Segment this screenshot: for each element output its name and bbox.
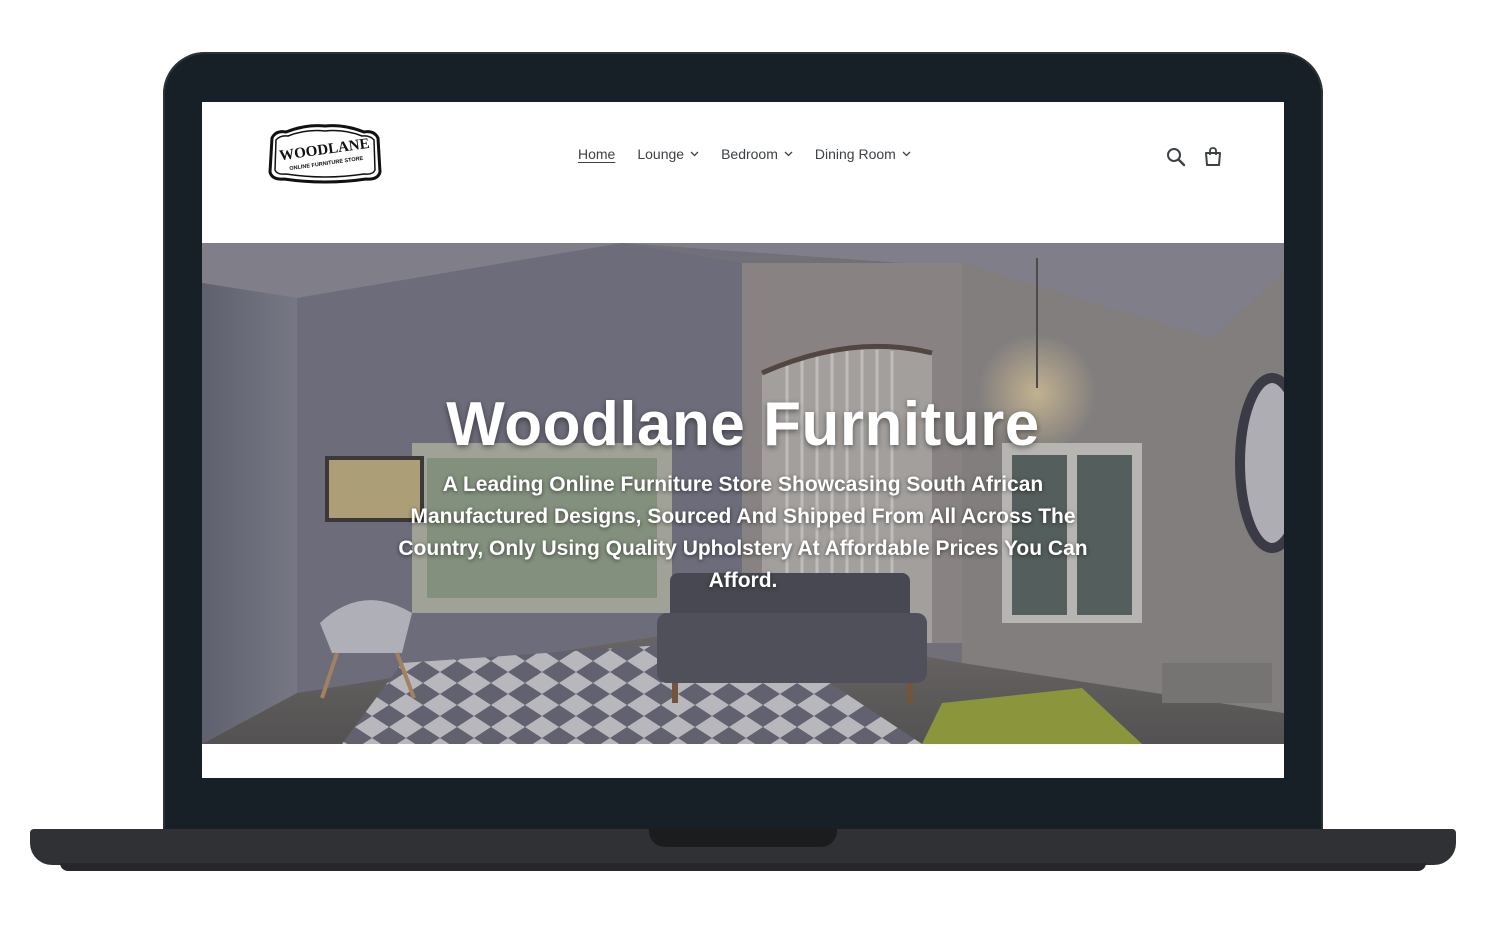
logo-badge-icon: WOODLANE ONLINE FURNITURE STORE — [268, 124, 382, 184]
laptop-notch — [649, 829, 837, 847]
laptop-base-foot — [60, 863, 1426, 871]
search-icon — [1167, 148, 1186, 167]
nav-item-label: Dining Room — [814, 146, 896, 162]
main-nav: Home Lounge Bedroom Dining Room — [578, 146, 911, 162]
nav-item-home[interactable]: Home — [578, 146, 615, 162]
hero-title: Woodlane Furniture — [446, 390, 1040, 459]
nav-item-label: Home — [578, 146, 616, 162]
nav-item-bedroom[interactable]: Bedroom — [721, 146, 793, 162]
below-hero-section — [202, 744, 1284, 778]
browser-screen: WOODLANE ONLINE FURNITURE STORE Home Lou… — [202, 102, 1284, 778]
chevron-down-icon — [902, 151, 911, 157]
nav-item-label: Bedroom — [721, 146, 778, 162]
cart-icon — [1205, 147, 1221, 166]
chevron-down-icon — [784, 151, 793, 157]
nav-item-lounge[interactable]: Lounge — [637, 146, 699, 162]
cart-button[interactable] — [1202, 146, 1224, 168]
nav-item-dining-room[interactable]: Dining Room — [815, 146, 911, 162]
hero-banner: Woodlane Furniture A Leading Online Furn… — [202, 243, 1284, 744]
site-header: WOODLANE ONLINE FURNITURE STORE Home Lou… — [202, 102, 1284, 243]
chevron-down-icon — [690, 151, 699, 157]
nav-item-label: Lounge — [637, 146, 685, 162]
site-logo[interactable]: WOODLANE ONLINE FURNITURE STORE — [266, 124, 384, 184]
search-button[interactable] — [1165, 146, 1187, 168]
hero-subtitle: A Leading Online Furniture Store Showcas… — [398, 473, 1088, 592]
